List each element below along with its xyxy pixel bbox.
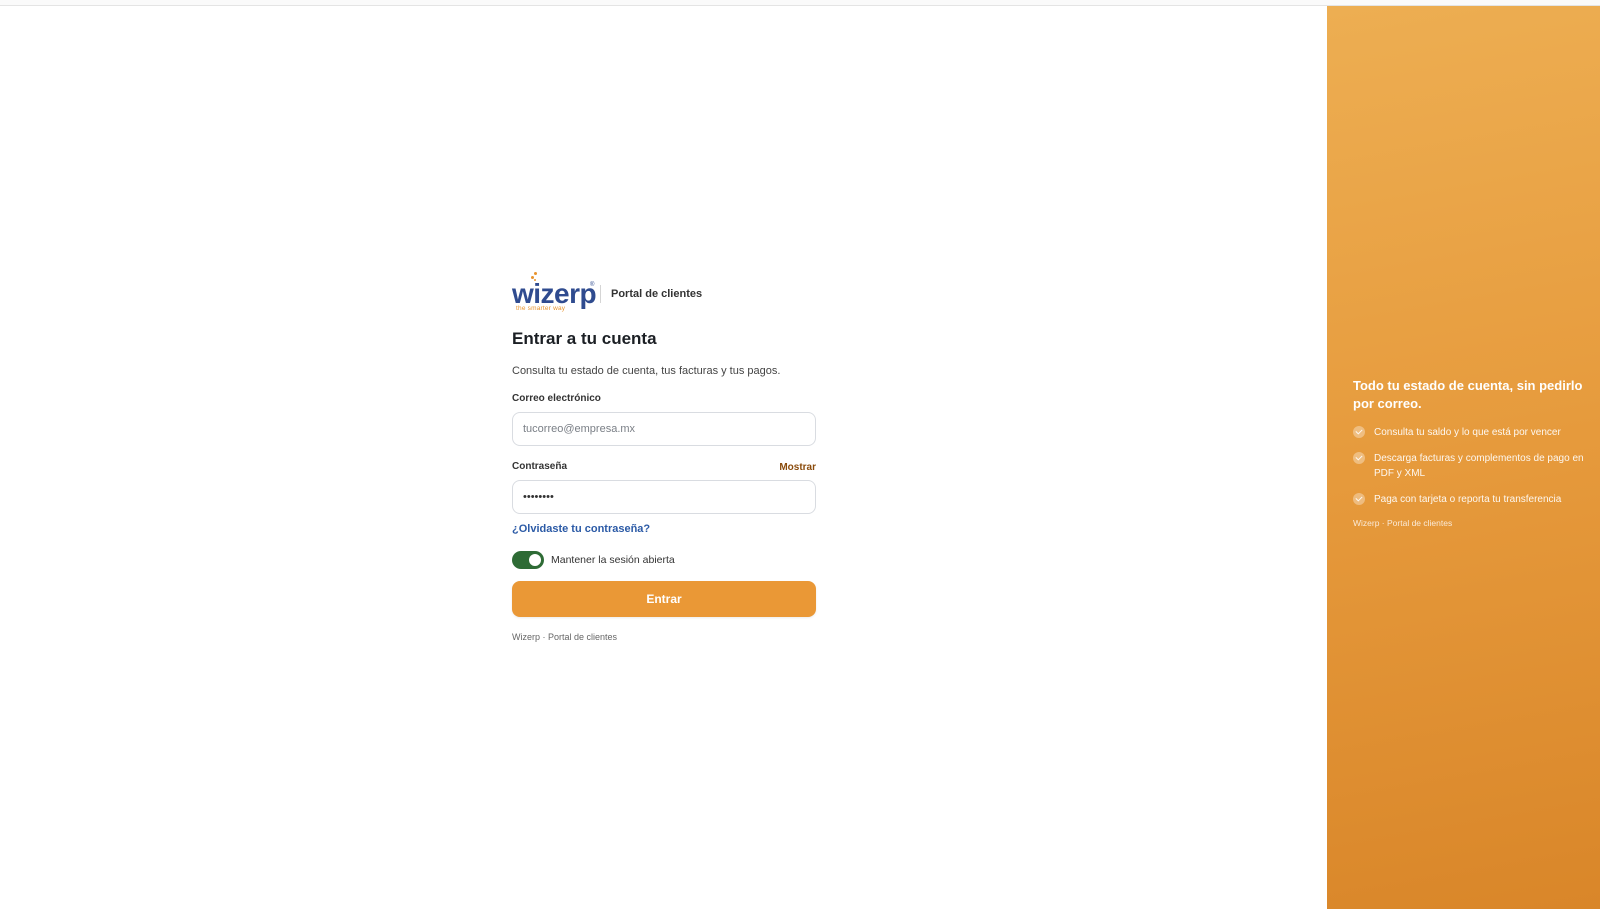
brand-header: wizerp ® the smarter way Portal de clien… [512,270,816,318]
promo-content: Todo tu estado de cuenta, sin pedirlo po… [1353,377,1585,528]
portal-label: Portal de clientes [611,288,703,300]
remember-session-label: Mantener la sesión abierta [551,554,675,566]
promo-bullet-text: Descarga facturas y complementos de pago… [1374,453,1584,479]
login-area: wizerp ® the smarter way Portal de clien… [0,6,1327,909]
toggle-knob [529,554,541,566]
logo-registered-mark: ® [590,282,595,288]
login-card: wizerp ® the smarter way Portal de clien… [512,270,816,642]
logo-dot [534,272,537,275]
promo-panel: Todo tu estado de cuenta, sin pedirlo po… [1327,6,1600,909]
password-label-row: Contraseña Mostrar [512,460,816,474]
promo-title: Todo tu estado de cuenta, sin pedirlo po… [1353,378,1583,411]
promo-bullet: Consulta tu saldo y lo que está por venc… [1353,425,1585,440]
remember-session-toggle[interactable] [512,551,544,569]
wizerp-logo: wizerp ® the smarter way [512,270,597,318]
password-field[interactable] [512,480,816,514]
page-title: Entrar a tu cuenta [512,329,657,348]
promo-bullet-text: Consulta tu saldo y lo que está por venc… [1374,427,1561,438]
check-circle-icon [1353,452,1365,464]
remember-session-row: Mantener la sesión abierta [512,551,816,569]
logo-wordmark: wizerp [512,278,597,309]
promo-bullet: Descarga facturas y complementos de pago… [1353,451,1585,481]
show-password-button[interactable]: Mostrar [779,462,816,473]
check-circle-icon [1353,493,1365,505]
promo-bullet: Paga con tarjeta o reporta tu transferen… [1353,492,1585,507]
promo-bullet-text: Paga con tarjeta o reporta tu transferen… [1374,494,1562,505]
promo-bullet-list: Consulta tu saldo y lo que está por venc… [1353,425,1585,507]
password-label: Contraseña [512,461,568,472]
promo-footer: Wizerp · Portal de clientes [1353,518,1453,528]
email-label: Correo electrónico [512,393,601,404]
page-subtitle: Consulta tu estado de cuenta, tus factur… [512,365,781,377]
forgot-password-link[interactable]: ¿Olvidaste tu contraseña? [512,523,650,535]
email-field[interactable] [512,412,816,446]
login-footer: Wizerp · Portal de clientes [512,632,618,642]
brand-divider [600,285,601,303]
logo-tagline: the smarter way [516,305,566,312]
login-button[interactable]: Entrar [512,581,816,617]
check-circle-icon [1353,426,1365,438]
